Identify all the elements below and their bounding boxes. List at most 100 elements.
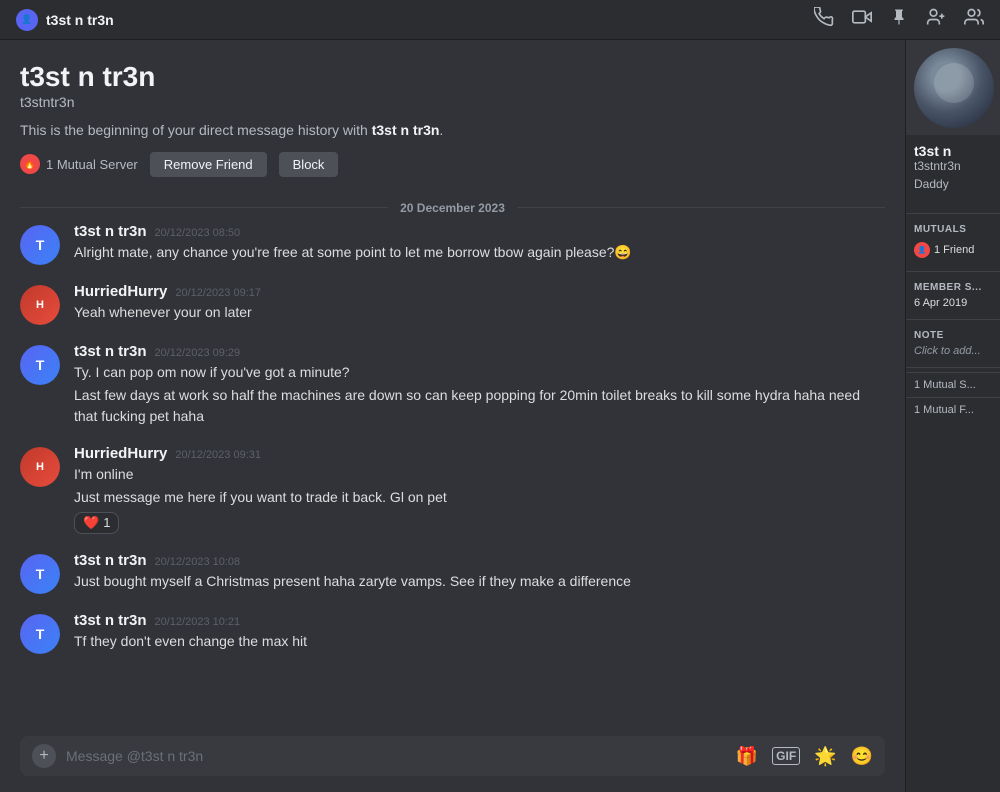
input-wrapper: + 🎁 GIF 🌟 😊 xyxy=(20,736,885,776)
sticker-icon[interactable]: 🌟 xyxy=(814,746,836,767)
video-icon[interactable] xyxy=(852,7,872,32)
message-timestamp: 20/12/2023 10:08 xyxy=(155,556,241,568)
reaction-count: 1 xyxy=(103,515,110,530)
message-text: Ty. I can pop om now if you've got a min… xyxy=(74,362,885,383)
message-timestamp: 20/12/2023 08:50 xyxy=(155,227,241,239)
pin-icon[interactable] xyxy=(890,8,908,31)
mutual-server[interactable]: 🔥 1 Mutual Server xyxy=(20,154,138,174)
sidebar-avatar xyxy=(914,48,994,128)
message-username: t3st n tr3n xyxy=(74,343,147,360)
message-header: HurriedHurry 20/12/2023 09:31 xyxy=(74,445,885,462)
divider-line-right xyxy=(517,207,885,208)
sidebar-divider3 xyxy=(906,319,1000,320)
message-header: t3st n tr3n 20/12/2023 10:21 xyxy=(74,612,885,629)
message-group: T t3st n tr3n 20/12/2023 08:50 Alright m… xyxy=(20,223,885,265)
message-username: HurriedHurry xyxy=(74,445,167,462)
message-timestamp: 20/12/2023 09:31 xyxy=(175,449,261,461)
sidebar-profile-image xyxy=(906,40,1000,135)
main-layout: t3st n tr3n t3stntr3n This is the beginn… xyxy=(0,40,1000,792)
sidebar-tag: Daddy xyxy=(914,177,992,191)
message-content: t3st n tr3n 20/12/2023 10:21 Tf they don… xyxy=(74,612,885,652)
emoji-icon[interactable]: 😊 xyxy=(851,746,873,767)
mutual-friend-item[interactable]: 1 Mutual F... xyxy=(914,404,974,416)
message-content: HurriedHurry 20/12/2023 09:17 Yeah whene… xyxy=(74,283,885,323)
description-prefix: This is the beginning of your direct mes… xyxy=(20,122,372,138)
description-user: t3st n tr3n xyxy=(372,122,440,138)
mutuals-friend-count: 1 Friend xyxy=(934,244,974,256)
members-icon[interactable] xyxy=(964,7,984,32)
message-group: H HurriedHurry 20/12/2023 09:17 Yeah whe… xyxy=(20,283,885,325)
note-placeholder[interactable]: Click to add... xyxy=(914,345,992,357)
avatar: H xyxy=(20,285,60,325)
gif-icon[interactable]: GIF xyxy=(772,747,800,765)
mutuals-friend[interactable]: 👤 1 Friend xyxy=(914,239,992,261)
message-content: HurriedHurry 20/12/2023 09:31 I'm online… xyxy=(74,445,885,534)
message-header: HurriedHurry 20/12/2023 09:17 xyxy=(74,283,885,300)
member-since-section: MEMBER S... 6 Apr 2019 xyxy=(906,276,1000,315)
reaction-emoji: ❤️ xyxy=(83,515,99,531)
sidebar-username: t3stntr3n xyxy=(914,159,992,173)
avatar-image: T xyxy=(20,345,60,385)
message-text: Yeah whenever your on later xyxy=(74,302,885,323)
sidebar-divider4 xyxy=(906,367,1000,368)
member-since-label: MEMBER S... xyxy=(914,282,992,293)
attach-button[interactable]: + xyxy=(32,744,56,768)
message-text: Alright mate, any chance you're free at … xyxy=(74,242,885,263)
sidebar-info: t3st n t3stntr3n Daddy xyxy=(906,135,1000,209)
message-text-line2: Just message me here if you want to trad… xyxy=(74,487,885,508)
mutual-friend-section[interactable]: 1 Mutual F... xyxy=(906,397,1000,422)
mutual-server-section[interactable]: 1 Mutual S... xyxy=(906,372,1000,397)
message-content: t3st n tr3n 20/12/2023 08:50 Alright mat… xyxy=(74,223,885,263)
avatar: T xyxy=(20,614,60,654)
avatar-image: T xyxy=(20,225,60,265)
avatar: T xyxy=(20,345,60,385)
chat-header: t3st n tr3n t3stntr3n This is the beginn… xyxy=(0,40,905,193)
message-group: T t3st n tr3n 20/12/2023 10:21 Tf they d… xyxy=(20,612,885,654)
chat-display-name: t3st n tr3n xyxy=(20,60,885,94)
titlebar-username: t3st n tr3n xyxy=(46,12,114,28)
mutuals-label: MUTUALS xyxy=(914,224,992,235)
date-divider-text: 20 December 2023 xyxy=(400,201,505,215)
message-header: t3st n tr3n 20/12/2023 10:08 xyxy=(74,552,885,569)
avatar-image: H xyxy=(20,447,60,487)
note-label: NOTE xyxy=(914,330,992,341)
reaction[interactable]: ❤️ 1 xyxy=(74,512,119,534)
message-text: Just bought myself a Christmas present h… xyxy=(74,571,885,592)
titlebar-icons xyxy=(814,7,984,32)
messages-container[interactable]: T t3st n tr3n 20/12/2023 08:50 Alright m… xyxy=(0,223,905,724)
block-button[interactable]: Block xyxy=(279,152,339,177)
sidebar-divider2 xyxy=(906,271,1000,272)
chat-area: t3st n tr3n t3stntr3n This is the beginn… xyxy=(0,40,905,792)
avatar-image: H xyxy=(20,285,60,325)
message-username: HurriedHurry xyxy=(74,283,167,300)
message-group: T t3st n tr3n 20/12/2023 10:08 Just boug… xyxy=(20,552,885,594)
message-text: I'm online xyxy=(74,464,885,485)
avatar-image: T xyxy=(20,554,60,594)
chat-username: t3stntr3n xyxy=(20,94,885,110)
phone-icon[interactable] xyxy=(814,7,834,32)
titlebar-avatar: 👤 xyxy=(16,9,38,31)
mutual-server-item[interactable]: 1 Mutual S... xyxy=(914,379,976,391)
mutual-server-label: 1 Mutual Server xyxy=(46,157,138,172)
sidebar-divider xyxy=(906,213,1000,214)
mutual-friend-icon: 👤 xyxy=(914,242,930,258)
message-group: H HurriedHurry 20/12/2023 09:31 I'm onli… xyxy=(20,445,885,534)
sidebar-display-name: t3st n xyxy=(914,143,992,159)
avatar: H xyxy=(20,447,60,487)
avatar: T xyxy=(20,554,60,594)
gift-icon[interactable]: 🎁 xyxy=(736,746,758,767)
divider-line-left xyxy=(20,207,388,208)
message-timestamp: 20/12/2023 09:17 xyxy=(175,287,261,299)
input-icons: 🎁 GIF 🌟 😊 xyxy=(736,746,873,767)
mutual-server-icon: 🔥 xyxy=(20,154,40,174)
message-input[interactable] xyxy=(66,736,726,776)
sidebar-mutuals-section: MUTUALS 👤 1 Friend xyxy=(906,218,1000,267)
avatar-image: T xyxy=(20,614,60,654)
input-area: + 🎁 GIF 🌟 😊 xyxy=(0,724,905,792)
remove-friend-button[interactable]: Remove Friend xyxy=(150,152,267,177)
add-friend-icon[interactable] xyxy=(926,7,946,32)
message-username: t3st n tr3n xyxy=(74,552,147,569)
message-timestamp: 20/12/2023 10:21 xyxy=(155,616,241,628)
message-username: t3st n tr3n xyxy=(74,223,147,240)
note-section: NOTE Click to add... xyxy=(906,324,1000,363)
